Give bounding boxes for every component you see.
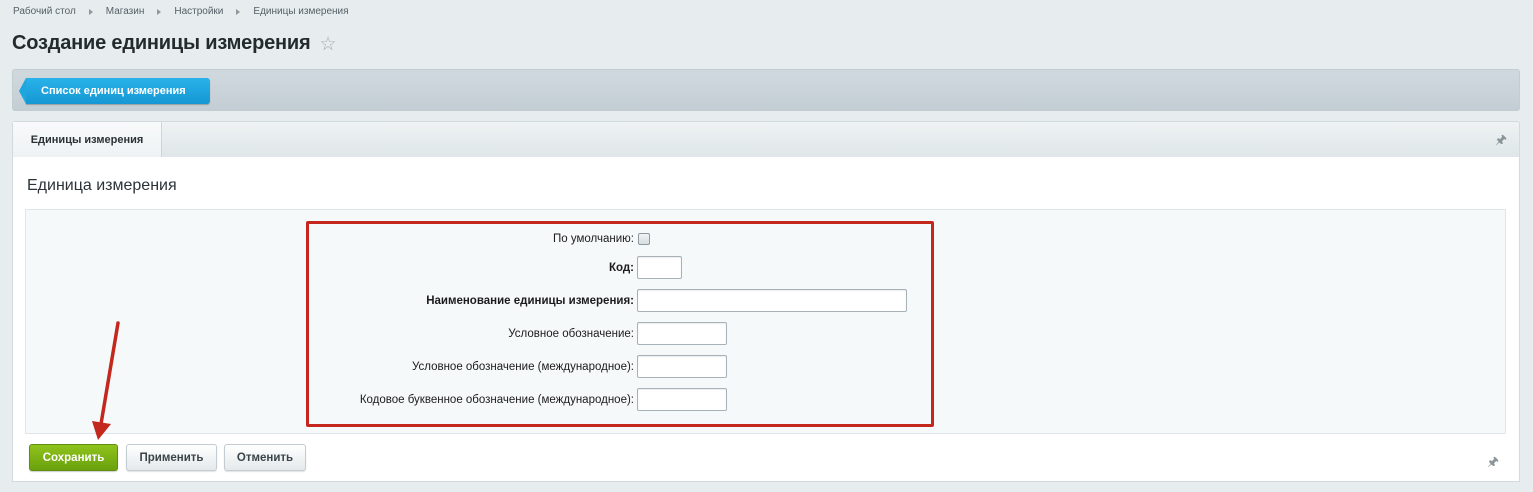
page-title: Создание единицы измерения <box>12 32 311 54</box>
tab-units[interactable]: Единицы измерения <box>13 122 162 158</box>
apply-button[interactable]: Применить <box>126 444 217 471</box>
cancel-button[interactable]: Отменить <box>224 444 306 471</box>
symbol-intl-label: Условное обозначение (международное): <box>411 361 634 373</box>
breadcrumb-item-units[interactable]: Единицы измерения <box>253 6 348 17</box>
section-title: Единица измерения <box>27 177 177 194</box>
field-row-code: Код: <box>26 256 1507 280</box>
field-row-default: По умолчанию: <box>26 227 1507 251</box>
star-icon[interactable]: ☆ <box>319 35 336 54</box>
form-area: По умолчанию: Код: Наименование единицы … <box>25 209 1506 434</box>
breadcrumb-separator-icon <box>236 8 241 15</box>
field-row-symbol: Условное обозначение: <box>26 322 1507 346</box>
field-row-letter-code-intl: Кодовое буквенное обозначение (междунаро… <box>26 388 1507 412</box>
breadcrumb-separator-icon <box>88 8 93 15</box>
symbol-label: Условное обозначение: <box>508 328 634 340</box>
unit-name-input[interactable] <box>637 289 907 312</box>
letter-code-intl-label: Кодовое буквенное обозначение (междунаро… <box>359 394 634 406</box>
back-to-list-button[interactable]: Список единиц измерения <box>19 78 210 104</box>
tab-strip: Единицы измерения 🖈 <box>12 121 1520 158</box>
unit-name-label: Наименование единицы измерения: <box>426 295 634 307</box>
default-checkbox[interactable] <box>638 233 650 245</box>
toolbar: Список единиц измерения <box>12 69 1520 111</box>
save-button[interactable]: Сохранить <box>29 444 118 471</box>
pin-icon[interactable]: 🖈 <box>1487 453 1499 475</box>
breadcrumb-item-settings[interactable]: Настройки <box>174 6 223 17</box>
breadcrumb-item-desktop[interactable]: Рабочий стол <box>13 6 76 17</box>
breadcrumb-separator-icon <box>157 8 162 15</box>
breadcrumb: Рабочий стол Магазин Настройки Единицы и… <box>13 6 349 17</box>
breadcrumb-item-shop[interactable]: Магазин <box>106 6 145 17</box>
pin-icon[interactable]: 🖈 <box>1495 131 1507 153</box>
code-label: Код: <box>608 262 634 274</box>
symbol-intl-input[interactable] <box>637 355 727 378</box>
symbol-input[interactable] <box>637 322 727 345</box>
field-row-name: Наименование единицы измерения: <box>26 289 1507 313</box>
letter-code-intl-input[interactable] <box>637 388 727 411</box>
default-label: По умолчанию: <box>553 233 634 245</box>
code-input[interactable] <box>637 256 682 279</box>
form-panel: Единица измерения По умолчанию: Код: Наи… <box>12 157 1520 482</box>
title-row: Создание единицы измерения ☆ <box>12 32 337 55</box>
field-row-symbol-intl: Условное обозначение (международное): <box>26 355 1507 379</box>
